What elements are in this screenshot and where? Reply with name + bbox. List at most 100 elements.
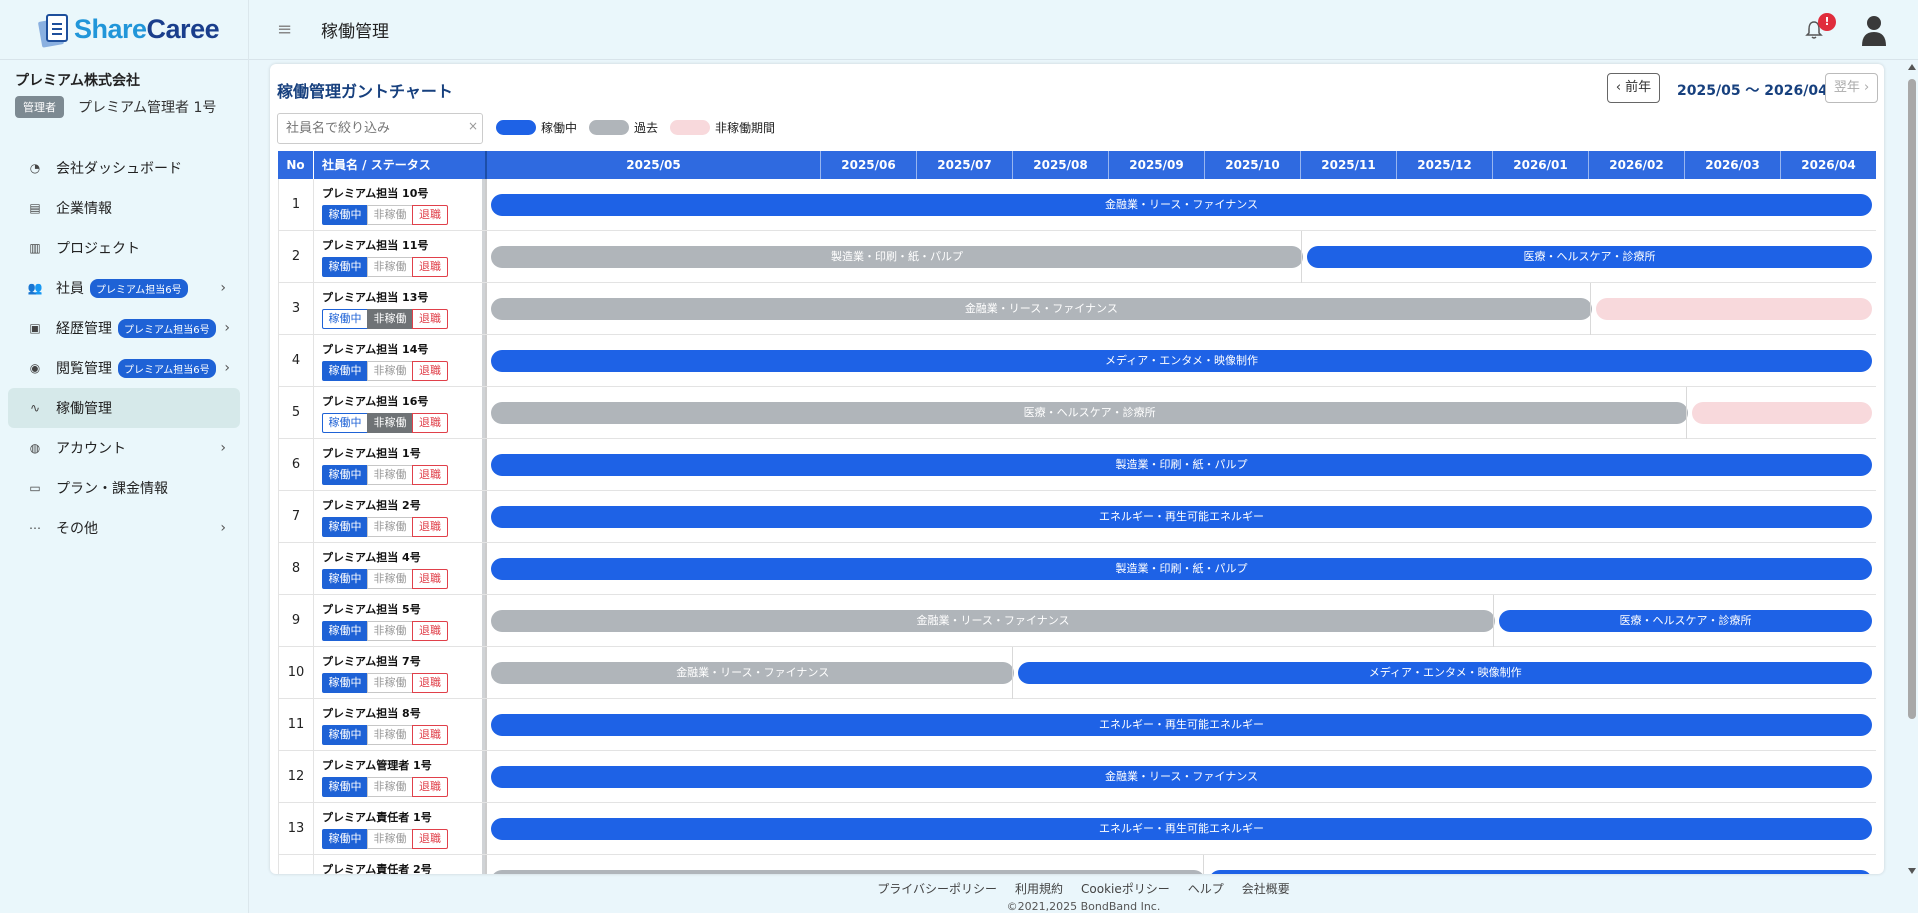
- status-active-button[interactable]: 稼働中: [322, 413, 368, 433]
- sidebar-item-2[interactable]: ▥ プロジェクト: [0, 228, 248, 268]
- menu-icon[interactable]: ≡: [277, 19, 297, 40]
- sidebar-item-5[interactable]: ◉ 閲覧管理 プレミアム担当6号 ›: [0, 348, 248, 388]
- avatar-icon[interactable]: [1860, 14, 1888, 46]
- employee-name[interactable]: プレミアム責任者 2号: [322, 861, 482, 874]
- logo[interactable]: ShareCaree: [0, 0, 248, 60]
- employee-name[interactable]: プレミアム担当 7号: [322, 653, 482, 669]
- footer-link[interactable]: 利用規約: [1015, 880, 1063, 897]
- sidebar-item-1[interactable]: ▤ 企業情報: [0, 188, 248, 228]
- gantt-bar-past[interactable]: 金融業・リース・ファイナンス: [491, 662, 1015, 684]
- status-retired-button[interactable]: 退職: [412, 361, 448, 381]
- status-inactive-button[interactable]: 非稼働: [367, 361, 413, 381]
- prev-year-button[interactable]: ‹ 前年: [1607, 73, 1660, 103]
- gantt-bar-active[interactable]: 製造業・印刷・紙・パルプ: [491, 558, 1872, 580]
- status-active-button[interactable]: 稼働中: [322, 309, 368, 329]
- status-active-button[interactable]: 稼働中: [322, 777, 368, 797]
- employee-name[interactable]: プレミアム担当 8号: [322, 705, 482, 721]
- sidebar-item-9[interactable]: ⋯ その他 ›: [0, 508, 248, 548]
- employee-name[interactable]: プレミアム担当 16号: [322, 393, 482, 409]
- gantt-bar-active[interactable]: エネルギー・再生可能エネルギー: [491, 818, 1872, 840]
- employee-name[interactable]: プレミアム担当 4号: [322, 549, 482, 565]
- employee-name[interactable]: プレミアム担当 2号: [322, 497, 482, 513]
- gantt-bar-active[interactable]: メディア・エンタメ・映像制作: [1018, 662, 1872, 684]
- status-active-button[interactable]: 稼働中: [322, 465, 368, 485]
- gantt-bar-active[interactable]: 製造業・印刷・紙・パルプ: [491, 454, 1872, 476]
- employee-name[interactable]: プレミアム担当 5号: [322, 601, 482, 617]
- footer-link[interactable]: Cookieポリシー: [1081, 880, 1170, 897]
- sidebar-item-7[interactable]: ◍ アカウント ›: [0, 428, 248, 468]
- status-retired-button[interactable]: 退職: [412, 413, 448, 433]
- gantt-bar-past[interactable]: 金融業・リース・ファイナンス: [491, 610, 1495, 632]
- employee-name[interactable]: プレミアム担当 14号: [322, 341, 482, 357]
- status-inactive-button[interactable]: 非稼働: [367, 309, 413, 329]
- employee-name[interactable]: プレミアム担当 13号: [322, 289, 482, 305]
- status-inactive-button[interactable]: 非稼働: [367, 517, 413, 537]
- gantt-bar-past[interactable]: 医療・ヘルスケア・診療所: [491, 402, 1689, 424]
- status-inactive-button[interactable]: 非稼働: [367, 725, 413, 745]
- status-active-button[interactable]: 稼働中: [322, 621, 368, 641]
- employee-name[interactable]: プレミアム管理者 1号: [322, 757, 482, 773]
- status-active-button[interactable]: 稼働中: [322, 257, 368, 277]
- legend-item: 非稼働期間: [670, 119, 775, 136]
- footer-link[interactable]: 会社概要: [1242, 880, 1290, 897]
- status-active-button[interactable]: 稼働中: [322, 829, 368, 849]
- gantt-bar-active[interactable]: 医療・ヘルスケア・診療所: [1307, 246, 1872, 268]
- status-inactive-button[interactable]: 非稼働: [367, 621, 413, 641]
- status-inactive-button[interactable]: 非稼働: [367, 413, 413, 433]
- status-retired-button[interactable]: 退職: [412, 205, 448, 225]
- table-row: 12 プレミアム管理者 1号 稼働中 非稼働 退職 金融業・リース・ファイナンス: [278, 751, 1876, 803]
- status-inactive-button[interactable]: 非稼働: [367, 465, 413, 485]
- status-retired-button[interactable]: 退職: [412, 725, 448, 745]
- status-active-button[interactable]: 稼働中: [322, 517, 368, 537]
- status-inactive-button[interactable]: 非稼働: [367, 673, 413, 693]
- gantt-bar-active[interactable]: メディア・エンタメ・映像制作: [491, 350, 1872, 372]
- employee-name[interactable]: プレミアム担当 10号: [322, 185, 482, 201]
- scroll-thumb[interactable]: [1908, 79, 1916, 719]
- gantt-bar-idle[interactable]: [1595, 298, 1872, 320]
- status-toggle: 稼働中 非稼働 退職: [322, 673, 482, 693]
- employee-name[interactable]: プレミアム担当 11号: [322, 237, 482, 253]
- status-retired-button[interactable]: 退職: [412, 257, 448, 277]
- status-active-button[interactable]: 稼働中: [322, 673, 368, 693]
- status-retired-button[interactable]: 退職: [412, 829, 448, 849]
- gantt-bar-idle[interactable]: [1692, 402, 1872, 424]
- status-active-button[interactable]: 稼働中: [322, 205, 368, 225]
- scrollbar[interactable]: [1906, 64, 1918, 874]
- gantt-bar-active[interactable]: エネルギー・再生可能エネルギー: [491, 714, 1872, 736]
- gantt-bar-past[interactable]: 製造業・印刷・紙・パルプ: [491, 246, 1304, 268]
- sidebar-item-8[interactable]: ▭ プラン・課金情報: [0, 468, 248, 508]
- status-inactive-button[interactable]: 非稼働: [367, 205, 413, 225]
- status-inactive-button[interactable]: 非稼働: [367, 829, 413, 849]
- project-icon: ▥: [29, 241, 41, 255]
- status-inactive-button[interactable]: 非稼働: [367, 569, 413, 589]
- status-retired-button[interactable]: 退職: [412, 777, 448, 797]
- scroll-up-icon[interactable]: [1908, 64, 1916, 70]
- status-inactive-button[interactable]: 非稼働: [367, 257, 413, 277]
- gantt-bar-active[interactable]: 医療・ヘルスケア・診療所: [1498, 610, 1872, 632]
- gantt-bar-active[interactable]: 金融業・リース・ファイナンス: [491, 194, 1872, 216]
- gantt-bar-past[interactable]: 金融業・リース・ファイナンス: [491, 298, 1592, 320]
- status-retired-button[interactable]: 退職: [412, 517, 448, 537]
- footer-link[interactable]: ヘルプ: [1188, 880, 1224, 897]
- footer-link[interactable]: プライバシーポリシー: [877, 880, 997, 897]
- employee-name[interactable]: プレミアム担当 1号: [322, 445, 482, 461]
- clear-filter-icon[interactable]: ×: [468, 119, 478, 133]
- gantt-bar-active[interactable]: エネルギー・再生可能エネルギー: [491, 506, 1872, 528]
- sidebar-item-3[interactable]: 👥 社員 プレミアム担当6号 ›: [0, 268, 248, 308]
- sidebar-item-4[interactable]: ▣ 経歴管理 プレミアム担当6号 ›: [0, 308, 248, 348]
- sidebar-item-6[interactable]: ∿ 稼働管理: [8, 388, 240, 428]
- employee-name[interactable]: プレミアム責任者 1号: [322, 809, 482, 825]
- status-retired-button[interactable]: 退職: [412, 309, 448, 329]
- status-active-button[interactable]: 稼働中: [322, 725, 368, 745]
- sidebar-item-0[interactable]: ◔ 会社ダッシュボード: [0, 148, 248, 188]
- status-retired-button[interactable]: 退職: [412, 621, 448, 641]
- status-active-button[interactable]: 稼働中: [322, 569, 368, 589]
- status-inactive-button[interactable]: 非稼働: [367, 777, 413, 797]
- status-retired-button[interactable]: 退職: [412, 465, 448, 485]
- gantt-bar-active[interactable]: 金融業・リース・ファイナンス: [491, 766, 1872, 788]
- next-year-button[interactable]: 翌年 ›: [1825, 73, 1878, 103]
- status-retired-button[interactable]: 退職: [412, 569, 448, 589]
- status-active-button[interactable]: 稼働中: [322, 361, 368, 381]
- employee-filter-input[interactable]: [277, 113, 483, 144]
- status-retired-button[interactable]: 退職: [412, 673, 448, 693]
